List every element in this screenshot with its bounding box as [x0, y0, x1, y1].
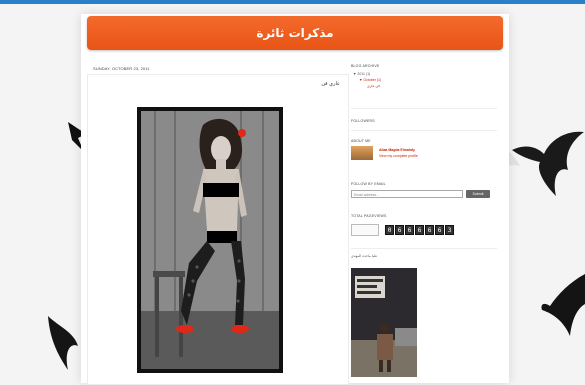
blog-title[interactable]: مذكرات ثائرة	[256, 26, 333, 40]
blog-page: مذكرات ثائرة SUNDAY, OCTOBER 23, 2011 عا…	[81, 14, 509, 385]
post-photo-frame	[137, 107, 283, 373]
post-date: SUNDAY, OCTOBER 23, 2011	[93, 66, 150, 71]
top-accent-bar	[0, 0, 585, 4]
sidebar-divider	[351, 248, 497, 249]
post-photo[interactable]	[141, 111, 279, 369]
about-avatar[interactable]	[351, 146, 373, 160]
view-profile-link[interactable]: View my complete profile	[379, 154, 418, 158]
archive-year[interactable]: ▼ 2011 (1)	[353, 72, 370, 76]
bird-silhouette-left-lower	[48, 316, 78, 370]
about-name-link[interactable]: Aliaa Magda Elmahdy	[379, 148, 415, 152]
pageviews-heading: TOTAL PAGEVIEWS	[351, 214, 387, 218]
post-photo-figure	[141, 111, 279, 369]
bird-silhouette-right-dark	[512, 131, 584, 196]
followers-heading: FOLLOWERS	[351, 119, 375, 123]
counter-digit: 6	[425, 225, 434, 235]
archive-month[interactable]: ▼ October (1)	[359, 78, 381, 82]
pageviews-sparkline	[351, 224, 379, 236]
bird-silhouette-right-bottom	[541, 274, 585, 336]
sidebar-divider	[351, 108, 497, 109]
sidebar-photo-caption: عليا ماجده المهدي	[351, 254, 378, 258]
archive-post-link[interactable]: فن عاري	[367, 84, 380, 88]
counter-digit: 6	[435, 225, 444, 235]
counter-digit: 3	[445, 225, 454, 235]
pageviews-counter: 0 6 6 6 6 6 3	[385, 225, 454, 235]
submit-button[interactable]: Submit	[466, 190, 490, 198]
counter-digit: 6	[415, 225, 424, 235]
counter-digit: 0	[385, 225, 394, 235]
counter-digit: 6	[395, 225, 404, 235]
counter-digit: 6	[405, 225, 414, 235]
blog-header[interactable]: مذكرات ثائرة	[87, 16, 503, 50]
archive-heading: BLOG ARCHIVE	[351, 64, 380, 68]
post-title[interactable]: عاري فن	[321, 81, 340, 87]
post-card: عاري فن	[87, 74, 349, 385]
sidebar-photo-scene	[351, 268, 417, 377]
about-heading: ABOUT ME	[351, 139, 371, 143]
follow-email-heading: FOLLOW BY EMAIL	[351, 182, 386, 186]
email-input[interactable]: Email address...	[351, 190, 463, 198]
sidebar-divider	[351, 130, 497, 131]
sidebar-photo[interactable]	[351, 268, 417, 377]
